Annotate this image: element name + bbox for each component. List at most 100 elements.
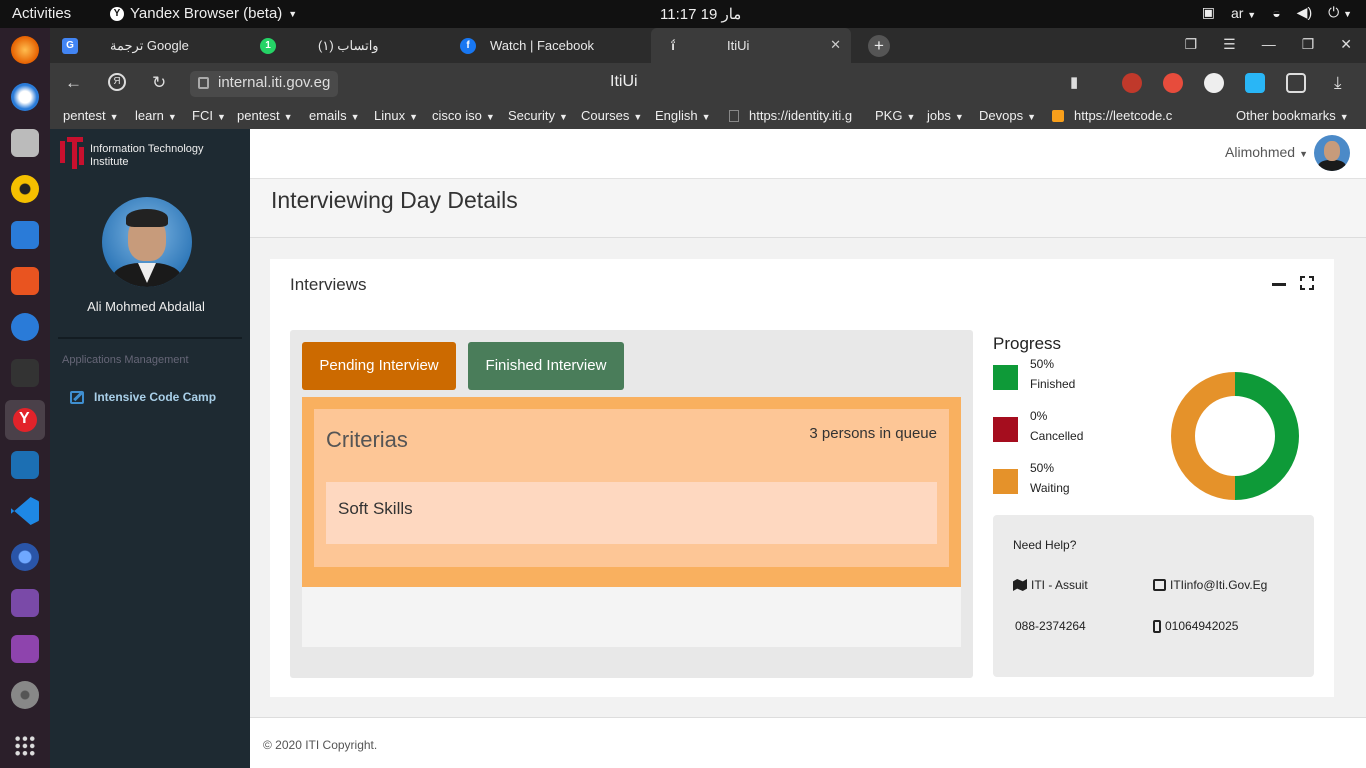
writer-icon[interactable] <box>11 221 39 249</box>
facebook-icon: f <box>460 37 476 54</box>
wifi-icon: ◒ <box>1272 4 1281 21</box>
criterias-panel: Criterias 3 persons in queue Soft Skills <box>302 397 961 587</box>
show-apps-icon[interactable] <box>14 735 36 757</box>
finished-interview-button[interactable]: Finished Interview <box>468 342 624 390</box>
location: ITI - Assuit <box>1013 578 1088 592</box>
address-bar-row: ← Я ↻ internal.iti.gov.eg ItiUi ▮ ⤓ <box>50 63 1366 103</box>
paw-extension-icon[interactable] <box>1204 73 1224 93</box>
other-bookmarks[interactable]: Other bookmarks ▼ <box>1236 108 1349 123</box>
activities-button[interactable]: Activities <box>12 5 71 22</box>
rhythmbox-icon[interactable] <box>11 175 39 203</box>
bookmark-folder[interactable]: Security ▼ <box>508 108 568 123</box>
tab-whatsapp[interactable]: 1 (١) واتساب <box>260 28 450 63</box>
edit-icon <box>70 390 84 404</box>
thunderbird-icon[interactable] <box>11 83 39 111</box>
bookmarks-bar: pentest ▼ learn ▼ FCI ▼ pentest ▼ emails ▼ Li… <box>50 103 1366 129</box>
sidebar: Information Technology Institute Ali Moh… <box>50 129 250 768</box>
mobile-icon <box>1153 619 1161 633</box>
menu-icon[interactable]: ☰ <box>1223 36 1236 53</box>
divider <box>58 337 242 339</box>
chromium-icon[interactable] <box>11 543 39 571</box>
donut-slice-waiting <box>1171 372 1236 500</box>
user-menu[interactable]: Alimohmed ▼ <box>1225 144 1308 160</box>
media-player-icon[interactable] <box>11 635 39 663</box>
avatar[interactable] <box>1314 135 1350 171</box>
share-extension-icon[interactable] <box>1245 73 1265 93</box>
tab-google-translate[interactable]: G ترجمة Google <box>60 28 250 63</box>
bookmark-link[interactable]: https://identity.iti.g <box>729 108 859 123</box>
iti-icon: ḯ <box>671 38 675 53</box>
sidebar-item-label: Intensive Code Camp <box>94 390 217 404</box>
bookmark-folder[interactable]: English ▼ <box>655 108 711 123</box>
iti-logo[interactable]: Information Technology Institute <box>60 137 204 169</box>
download-icon[interactable]: ⤓ <box>1334 73 1342 93</box>
system-top-bar: Activities Y Yandex Browser (beta) ▼ مار… <box>0 0 1366 28</box>
bookmark-link[interactable]: https://leetcode.c <box>1052 108 1184 123</box>
close-tab-icon[interactable]: ✕ <box>830 37 841 53</box>
close-icon[interactable]: ✕ <box>1340 36 1352 53</box>
tab-bar: G ترجمة Google 1 (١) واتساب f Watch | Fa… <box>50 28 1366 63</box>
bookmark-folder[interactable]: cisco iso ▼ <box>432 108 495 123</box>
bookmark-folder[interactable]: pentest ▼ <box>237 108 293 123</box>
page-icon <box>729 110 739 122</box>
bookmark-folder[interactable]: pentest ▼ <box>63 108 119 123</box>
terminal-icon[interactable] <box>11 359 39 387</box>
yandex-home-icon[interactable]: Я <box>108 73 126 91</box>
system-tray[interactable]: ▣ ar ▼ ◒ ◀) ⏻ ▼ <box>1202 4 1352 21</box>
criteria-item[interactable]: Soft Skills <box>326 482 937 544</box>
lock-icon <box>198 77 209 89</box>
fullscreen-icon[interactable] <box>1299 275 1315 291</box>
software-icon[interactable] <box>11 267 39 295</box>
help-icon[interactable] <box>11 313 39 341</box>
files-icon[interactable] <box>11 129 39 157</box>
virtualbox-icon[interactable] <box>11 451 39 479</box>
disc-icon[interactable] <box>11 681 39 709</box>
phone: 088-2374264 <box>1015 619 1086 633</box>
bookmark-folder[interactable]: Linux ▼ <box>374 108 418 123</box>
yandex-icon: Y <box>110 6 124 21</box>
tabs-overview-icon[interactable]: ❐ <box>1185 36 1198 53</box>
bookmark-folder[interactable]: FCI ▼ <box>192 108 226 123</box>
page-title: Interviewing Day Details <box>271 187 518 213</box>
tab-facebook[interactable]: f Watch | Facebook <box>460 28 650 63</box>
collapse-icon[interactable] <box>1272 283 1286 286</box>
app-menu[interactable]: Y Yandex Browser (beta) ▼ <box>110 5 297 22</box>
email[interactable]: ITIinfo@Iti.Gov.Eg <box>1153 578 1267 592</box>
sidebar-item-intensive-code-camp[interactable]: Intensive Code Camp <box>70 390 216 404</box>
reload-icon[interactable]: ↻ <box>152 73 166 93</box>
firefox-icon[interactable] <box>11 36 39 64</box>
window-controls: ❐ ☰ — ❐ ✕ <box>1185 36 1352 53</box>
bookmark-folder[interactable]: learn ▼ <box>135 108 177 123</box>
clock[interactable]: مار 19 11:17 <box>660 5 741 23</box>
remote-desktop-icon[interactable] <box>11 589 39 617</box>
map-icon <box>1013 579 1027 591</box>
new-tab-button[interactable]: + <box>868 35 890 57</box>
minimize-icon[interactable]: — <box>1262 36 1276 53</box>
screenshot-icon[interactable]: ▣ <box>1202 4 1215 21</box>
legend-finished: 50% Finished <box>993 357 1133 397</box>
vscode-icon[interactable] <box>11 497 39 525</box>
maximize-icon[interactable]: ❐ <box>1302 36 1315 53</box>
bookmark-icon[interactable]: ▮ <box>1070 73 1078 91</box>
web-page: Information Technology Institute Ali Moh… <box>50 129 1366 768</box>
dock: Y <box>0 28 50 768</box>
bug-extension-icon[interactable] <box>1122 73 1142 93</box>
bookmark-folder[interactable]: PKG ▼ <box>875 108 915 123</box>
pending-interview-button[interactable]: Pending Interview <box>302 342 456 390</box>
bookmark-folder[interactable]: Devops ▼ <box>979 108 1036 123</box>
language-indicator[interactable]: ar ▼ <box>1231 5 1256 21</box>
bookmark-folder[interactable]: jobs ▼ <box>927 108 964 123</box>
yandex-browser-icon[interactable]: Y <box>5 400 45 440</box>
bookmark-folder[interactable]: Courses ▼ <box>581 108 642 123</box>
tab-itiui[interactable]: ḯ ItiUi ✕ <box>651 28 851 63</box>
copyright: © 2020 ITI Copyright. <box>263 738 378 752</box>
bookmark-folder[interactable]: emails ▼ <box>309 108 360 123</box>
collections-icon[interactable] <box>1286 73 1306 93</box>
back-icon[interactable]: ← <box>65 73 82 93</box>
url-field[interactable]: internal.iti.gov.eg <box>190 71 339 97</box>
adblock-extension-icon[interactable] <box>1163 73 1183 93</box>
header: Alimohmed ▼ <box>250 129 1366 179</box>
chevron-down-icon: ▼ <box>288 8 298 19</box>
section-heading: Applications Management <box>62 354 189 366</box>
iti-logo-mark <box>60 137 84 169</box>
